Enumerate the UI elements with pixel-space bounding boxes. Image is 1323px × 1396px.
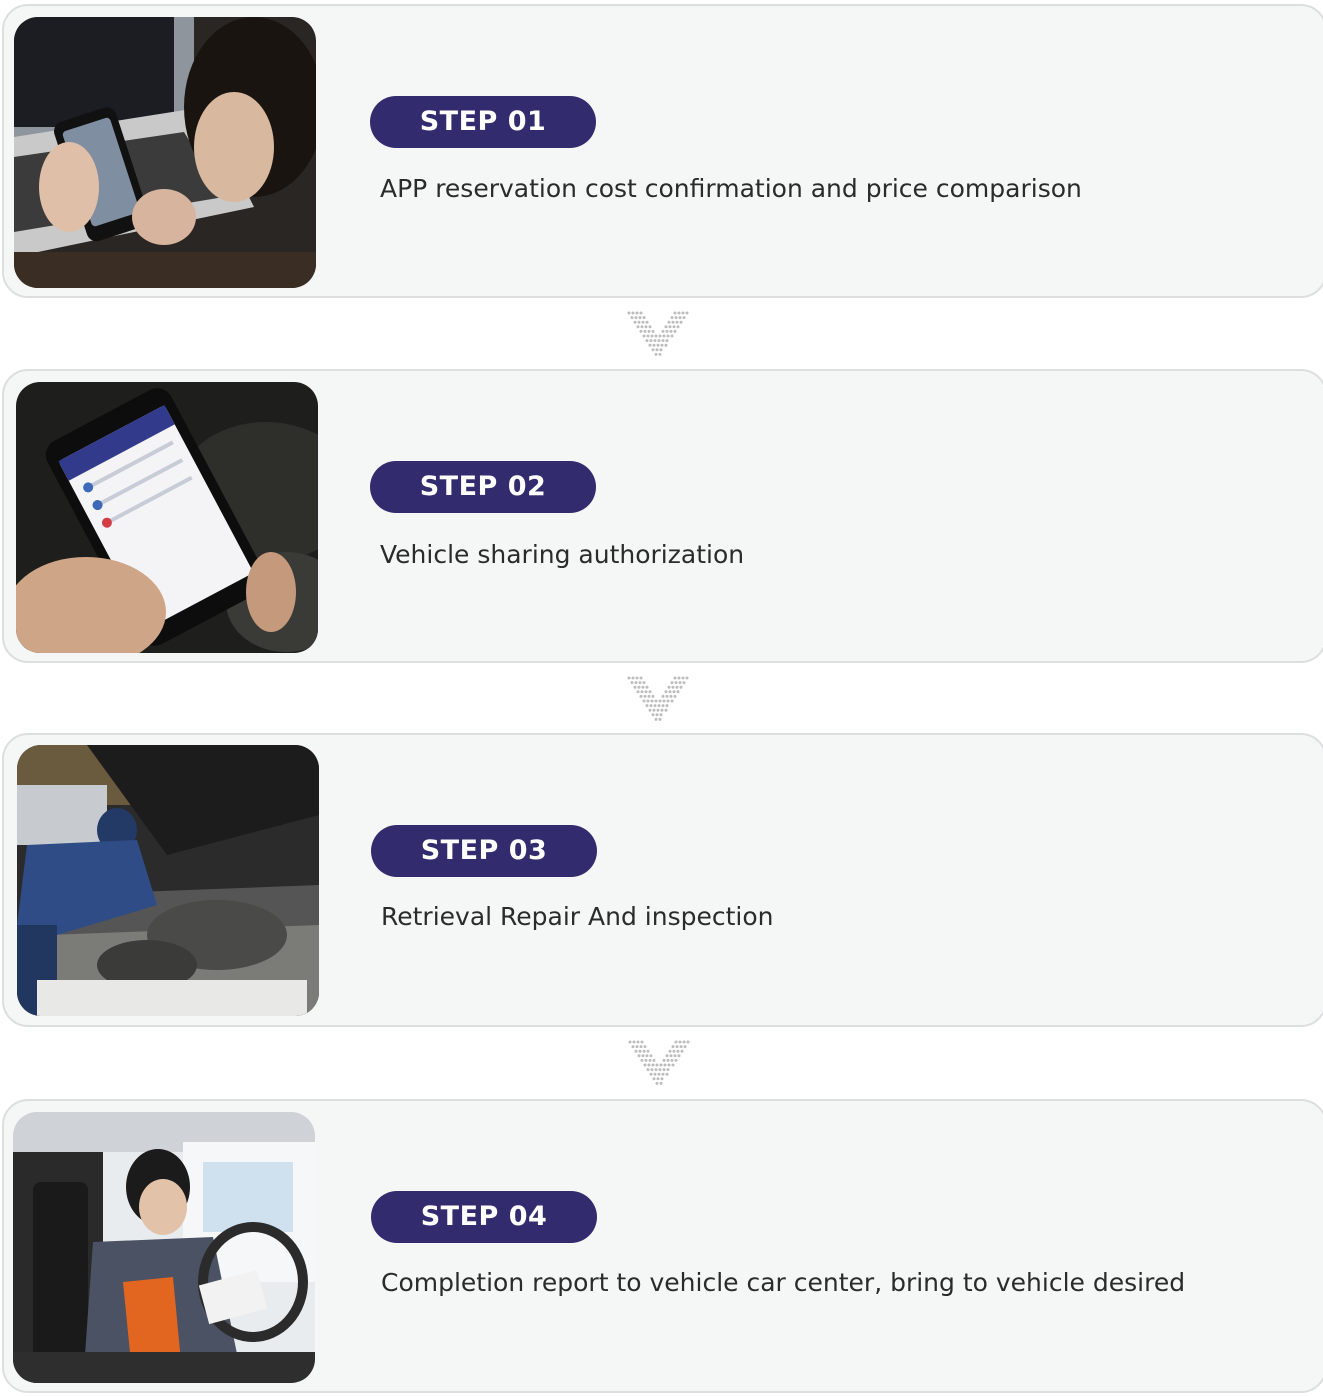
- step-3-description: Retrieval Repair And inspection: [381, 902, 774, 931]
- step-2-description: Vehicle sharing authorization: [380, 540, 745, 569]
- step-card-3: STEP 03 Retrieval Repair And inspection: [2, 733, 1323, 1027]
- dotted-chevron-down-icon: [626, 675, 690, 725]
- step-1-description: APP reservation cost confirmation and pr…: [380, 174, 1082, 203]
- step-2-photo: [16, 382, 318, 653]
- step-1-photo: [14, 17, 316, 288]
- step-card-4: STEP 04 Completion report to vehicle car…: [2, 1099, 1323, 1393]
- step-3-photo: [17, 745, 319, 1016]
- step-2-badge: STEP 02: [370, 461, 596, 513]
- dotted-chevron-down-icon: [626, 310, 690, 360]
- step-4-description: Completion report to vehicle car center,…: [381, 1268, 1186, 1297]
- step-3-badge: STEP 03: [371, 825, 597, 877]
- dotted-chevron-down-icon: [627, 1039, 691, 1089]
- step-4-photo: [13, 1112, 315, 1383]
- step-1-badge: STEP 01: [370, 96, 596, 148]
- step-card-1: STEP 01 APP reservation cost confirmatio…: [2, 4, 1323, 298]
- step-card-2: STEP 02 Vehicle sharing authorization: [2, 369, 1323, 663]
- step-4-badge: STEP 04: [371, 1191, 597, 1243]
